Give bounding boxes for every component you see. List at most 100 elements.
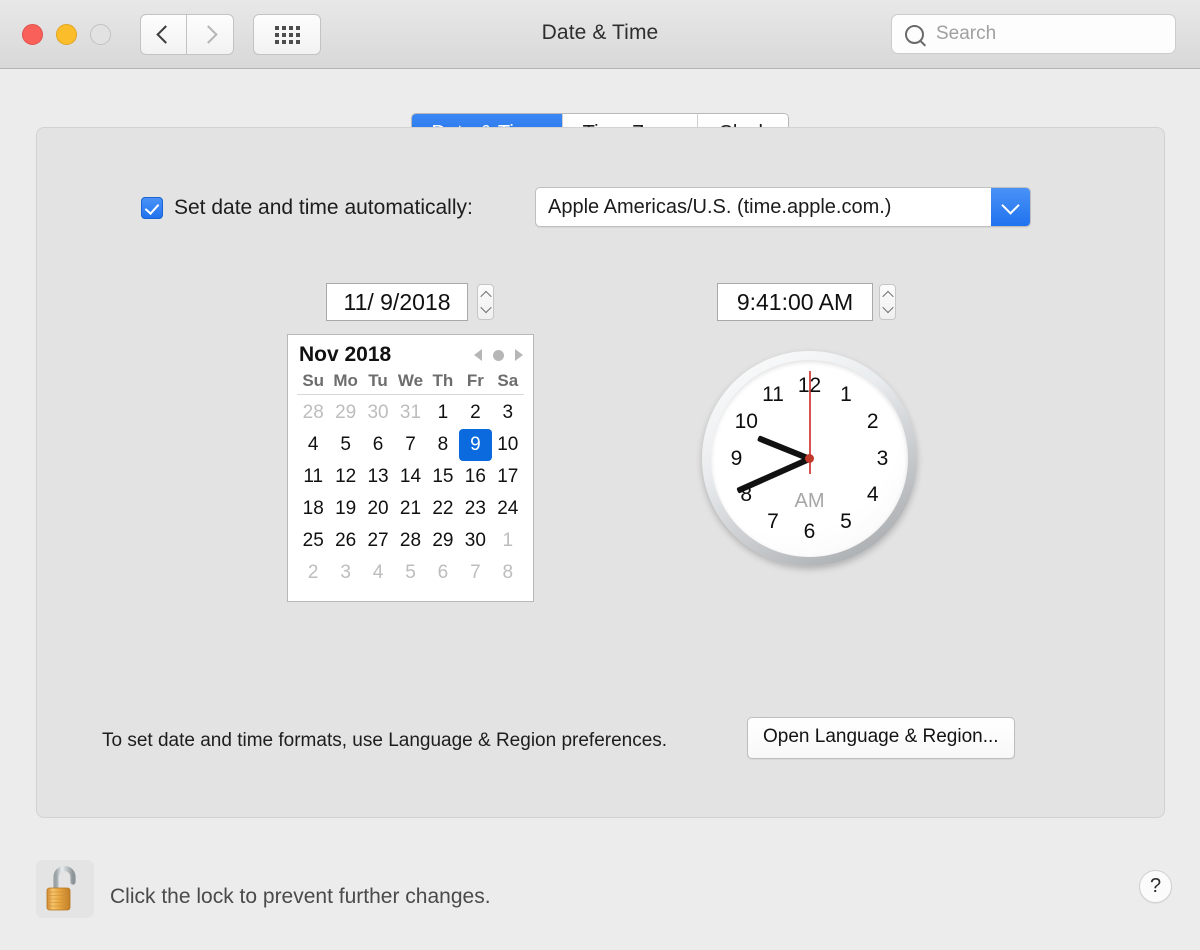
time-input[interactable]: 9:41:00 AM [717, 283, 873, 321]
clock-numeral: 11 [762, 383, 784, 407]
calendar-widget[interactable]: Nov 2018 Su Mo Tu We Th Fr Sa 28 29 30 31 1 2… [287, 334, 534, 602]
clock-numeral: 10 [734, 410, 758, 433]
next-month-icon[interactable] [515, 349, 523, 361]
date-stepper[interactable] [477, 284, 494, 320]
calendar-day[interactable]: 14 [394, 461, 426, 493]
calendar-nav [474, 349, 523, 361]
calendar-month-label: Nov 2018 [299, 343, 392, 366]
weekday-label: Th [432, 371, 454, 390]
clock-numeral: 8 [740, 483, 753, 506]
clock-numeral: 6 [803, 519, 816, 543]
calendar-day[interactable]: 28 [297, 397, 329, 429]
analog-clock: AM 12 1 2 3 4 5 6 7 8 9 10 11 [702, 351, 917, 566]
calendar-day[interactable]: 10 [492, 429, 524, 461]
auto-set-row: Set date and time automatically: [141, 196, 473, 220]
calendar-day[interactable]: 8 [427, 429, 459, 461]
today-dot-icon[interactable] [493, 349, 504, 361]
calendar-day[interactable]: 20 [362, 493, 394, 525]
calendar-day[interactable]: 27 [362, 525, 394, 557]
time-server-value: Apple Americas/U.S. (time.apple.com.) [548, 195, 892, 218]
clock-numeral: 5 [840, 509, 852, 533]
lock-bar: Click the lock to prevent further change… [0, 840, 1200, 950]
calendar-day[interactable]: 28 [394, 525, 426, 557]
calendar-day[interactable]: 17 [492, 461, 524, 493]
clock-numeral: 2 [866, 410, 879, 433]
calendar-day[interactable]: 23 [459, 493, 491, 525]
clock-numeral: 1 [840, 383, 852, 407]
calendar-day[interactable]: 16 [459, 461, 491, 493]
calendar-day[interactable]: 30 [459, 525, 491, 557]
calendar-day[interactable]: 13 [362, 461, 394, 493]
calendar-day[interactable]: 3 [329, 557, 361, 589]
calendar-day[interactable]: 24 [492, 493, 524, 525]
clock-numeral: 9 [730, 446, 743, 470]
calendar-day[interactable]: 6 [427, 557, 459, 589]
calendar-day-selected[interactable]: 9 [459, 429, 492, 461]
clock-numeral: 4 [866, 483, 879, 506]
calendar-day[interactable]: 29 [427, 525, 459, 557]
calendar-day[interactable]: 8 [492, 557, 524, 589]
weekday-label: Su [302, 371, 325, 390]
calendar-day[interactable]: 5 [394, 557, 426, 589]
weekday-label: Sa [497, 371, 519, 390]
lock-button[interactable] [36, 860, 94, 918]
calendar-day[interactable]: 21 [394, 493, 426, 525]
calendar-day[interactable]: 31 [394, 397, 426, 429]
format-note-text: To set date and time formats, use Langua… [102, 730, 668, 751]
window-titlebar: Date & Time Search [0, 0, 1200, 69]
calendar-day[interactable]: 7 [394, 429, 426, 461]
set-automatically-checkbox[interactable] [141, 197, 163, 219]
content-panel: Set date and time automatically: Apple A… [36, 127, 1165, 818]
open-language-region-button[interactable]: Open Language & Region... [747, 717, 1015, 759]
clock-numeral: 3 [876, 446, 889, 470]
clock-numeral: 12 [797, 373, 822, 397]
help-button[interactable]: ? [1139, 870, 1172, 903]
calendar-day[interactable]: 1 [492, 525, 524, 557]
weekday-label: Mo [333, 371, 358, 390]
search-icon [905, 24, 924, 44]
time-stepper[interactable] [879, 284, 896, 320]
calendar-day[interactable]: 12 [329, 461, 361, 493]
weekday-label: Tu [368, 371, 388, 390]
stepper-up-icon[interactable] [881, 290, 894, 303]
search-field[interactable]: Search [891, 14, 1176, 54]
calendar-day[interactable]: 2 [297, 557, 329, 589]
search-input[interactable]: Search [936, 23, 996, 45]
unlocked-padlock-icon [46, 865, 76, 911]
clock-face: AM 12 1 2 3 4 5 6 7 8 9 10 11 [711, 360, 908, 557]
stepper-down-icon[interactable] [479, 301, 492, 314]
date-input[interactable]: 11/ 9/2018 [326, 283, 468, 321]
calendar-day[interactable]: 25 [297, 525, 329, 557]
calendar-day[interactable]: 15 [427, 461, 459, 493]
calendar-day[interactable]: 1 [427, 397, 459, 429]
prev-month-icon[interactable] [474, 349, 482, 361]
calendar-day[interactable]: 6 [362, 429, 394, 461]
calendar-day[interactable]: 19 [329, 493, 361, 525]
clock-hour-hand [756, 434, 811, 462]
calendar-day[interactable]: 3 [492, 397, 524, 429]
calendar-day[interactable]: 4 [362, 557, 394, 589]
lock-bar-text: Click the lock to prevent further change… [110, 885, 491, 908]
calendar-day[interactable]: 5 [329, 429, 361, 461]
time-server-popup-button[interactable]: Apple Americas/U.S. (time.apple.com.) [535, 187, 1031, 227]
calendar-weekday-header: Su Mo Tu We Th Fr Sa [297, 371, 524, 395]
weekday-label: Fr [466, 371, 484, 390]
calendar-day[interactable]: 29 [329, 397, 361, 429]
calendar-day[interactable]: 11 [297, 461, 329, 493]
chevron-down-icon [991, 188, 1030, 226]
weekday-label: We [397, 371, 424, 390]
calendar-day[interactable]: 22 [427, 493, 459, 525]
stepper-up-icon[interactable] [479, 290, 492, 303]
calendar-header: Nov 2018 [297, 343, 524, 369]
date-time-preferences-window: Date & Time Search Date & Time Time Zone… [0, 0, 1200, 950]
set-automatically-label: Set date and time automatically: [174, 196, 473, 219]
stepper-down-icon[interactable] [881, 301, 894, 314]
calendar-day[interactable]: 7 [459, 557, 491, 589]
calendar-day[interactable]: 30 [362, 397, 394, 429]
calendar-day[interactable]: 18 [297, 493, 329, 525]
clock-center-pin [805, 454, 814, 463]
calendar-day-grid: 28 29 30 31 1 2 3 4 5 6 7 8 9 10 11 12 13 14 15 16 17 18 19 20 2… [297, 397, 524, 589]
calendar-day[interactable]: 4 [297, 429, 329, 461]
calendar-day[interactable]: 2 [459, 397, 491, 429]
calendar-day[interactable]: 26 [329, 525, 361, 557]
